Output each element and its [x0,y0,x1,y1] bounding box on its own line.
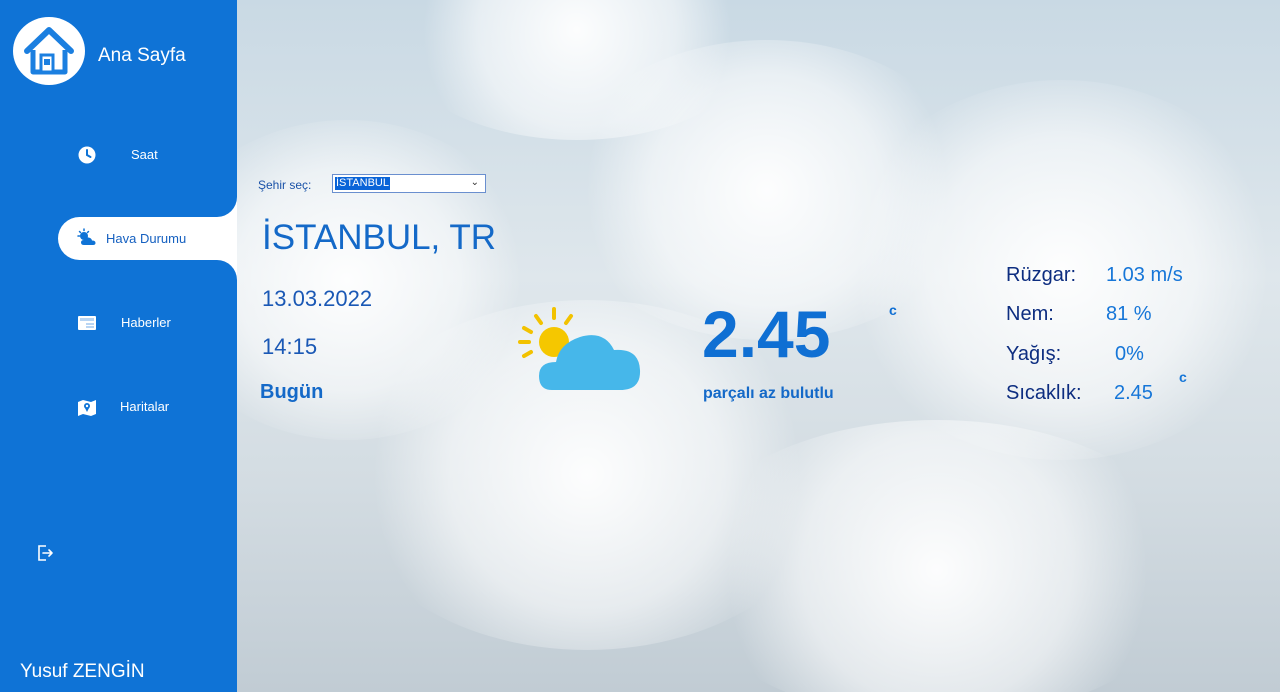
sidebar-item-label: Haberler [121,315,171,330]
precipitation-label: Yağış: [1006,343,1062,365]
sidebar-item-saat[interactable]: Saat [0,133,237,177]
sidebar-item-haritalar[interactable]: Haritalar [0,385,237,429]
city-select-value: İSTANBUL [335,177,390,190]
sidebar-item-label: Hava Durumu [106,231,187,246]
day-label: Bugün [260,381,324,403]
humidity-value: 81 % [1106,303,1152,325]
temperature-value: 2.45 [702,297,831,371]
city-title: İSTANBUL, TR [262,218,497,257]
chevron-down-icon[interactable]: ⌄ [471,177,479,188]
home-logo[interactable] [13,17,85,85]
weather-description: parçalı az bulutlu [703,385,834,402]
temperature-unit: c [889,302,897,318]
logout-button[interactable] [35,543,55,563]
active-tab-curve-top [217,197,237,217]
sidebar-item-haberler[interactable]: Haberler [0,301,237,345]
humidity-label: Nem: [1006,303,1054,325]
sidebar-item-label: Saat [131,147,158,162]
temperature-stat-unit: c [1179,369,1187,385]
clock-icon [77,145,97,165]
temperature-label: Sıcaklık: [1006,382,1082,404]
weather-small-icon [77,228,99,253]
app-title[interactable]: Ana Sayfa [98,45,186,67]
map-icon [77,397,97,417]
temperature-stat-value: 2.45 [1114,382,1153,404]
wind-value: 1.03 m/s [1106,264,1183,286]
date-text: 13.03.2022 [262,286,373,311]
city-select-label: Şehir seç: [258,178,312,192]
city-select[interactable]: İSTANBUL ⌄ [332,174,486,193]
logout-icon [38,545,53,561]
partly-cloudy-icon [514,304,646,401]
precipitation-value: 0% [1115,343,1144,365]
newspaper-icon [77,313,97,333]
time-text: 14:15 [262,334,318,359]
sidebar-item-label: Haritalar [120,399,170,414]
user-name: Yusuf ZENGİN [20,661,145,682]
sidebar: Ana Sayfa Saat Hava Durumu Haberler Hari… [0,0,237,692]
wind-label: Rüzgar: [1006,264,1077,286]
active-tab-curve-bottom [217,260,237,280]
home-icon [24,27,74,75]
